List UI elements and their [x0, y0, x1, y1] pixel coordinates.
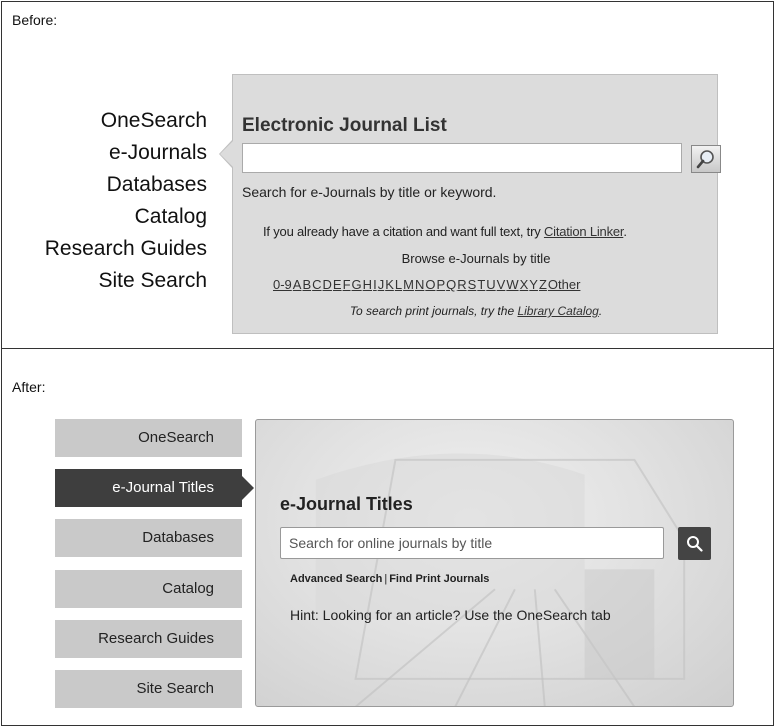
browse-letter-link[interactable]: A	[293, 277, 302, 292]
library-building-background	[315, 453, 686, 706]
magnifier-icon	[696, 150, 714, 169]
old-tab-site-search[interactable]: Site Search	[45, 265, 207, 297]
browse-letter-link[interactable]: H	[363, 277, 372, 292]
browse-letter-link[interactable]: E	[333, 277, 342, 292]
browse-letter-link[interactable]: N	[415, 277, 424, 292]
new-tab-site-search[interactable]: Site Search	[55, 670, 242, 708]
browse-letter-link[interactable]: 0-9	[273, 277, 292, 292]
browse-letter-link[interactable]: Z	[539, 277, 547, 292]
old-tab-list: OneSearch e-Journals Databases Catalog R…	[45, 105, 207, 297]
before-caption: Before:	[12, 12, 58, 28]
browse-letter-link[interactable]: R	[457, 277, 466, 292]
new-search-button[interactable]	[678, 527, 711, 560]
browse-letter-link[interactable]: Other	[548, 277, 581, 292]
after-caption: After:	[12, 379, 46, 395]
old-tab-research-guides[interactable]: Research Guides	[45, 233, 207, 265]
browse-letter-link[interactable]: U	[486, 277, 495, 292]
new-search-input[interactable]	[280, 527, 664, 559]
browse-letter-link[interactable]: C	[312, 277, 321, 292]
browse-letter-link[interactable]: L	[395, 277, 402, 292]
browse-letter-link[interactable]: S	[468, 277, 477, 292]
old-tab-catalog[interactable]: Catalog	[45, 201, 207, 233]
browse-letter-link[interactable]: P	[436, 277, 445, 292]
old-tab-pointer	[219, 139, 234, 169]
new-search-links: Advanced Search | Find Print Journals	[290, 573, 489, 585]
new-tab-onesearch[interactable]: OneSearch	[55, 419, 242, 457]
browse-letter-link[interactable]: O	[425, 277, 435, 292]
browse-letter-link[interactable]: Q	[446, 277, 456, 292]
citation-linker-link[interactable]: Citation Linker	[544, 224, 624, 239]
old-search-box: Electronic Journal List Search for e-Jou…	[219, 74, 721, 334]
old-search-button[interactable]	[691, 145, 721, 173]
browse-letter-link[interactable]: V	[497, 277, 506, 292]
browse-letter-link[interactable]: Y	[529, 277, 538, 292]
new-tab-catalog[interactable]: Catalog	[55, 570, 242, 608]
browse-letter-link[interactable]: M	[403, 277, 414, 292]
browse-letter-link[interactable]: D	[323, 277, 332, 292]
old-search-hint: Search for e-Journals by title or keywor…	[242, 184, 497, 200]
link-separator: |	[384, 573, 388, 585]
browse-letter-link[interactable]: B	[302, 277, 311, 292]
browse-letter-link[interactable]: K	[385, 277, 394, 292]
before-panel: Before: OneSearch e-Journals Databases C…	[1, 1, 774, 349]
old-citation-line: If you already have a citation and want …	[263, 224, 627, 239]
browse-letter-link[interactable]: J	[378, 277, 385, 292]
new-tab-research-guides[interactable]: Research Guides	[55, 620, 242, 658]
old-print-line: To search print journals, try the Librar…	[233, 304, 719, 318]
old-citation-end: .	[623, 224, 627, 239]
browse-letter-link[interactable]: W	[506, 277, 518, 292]
new-search-box: e-Journal Titles Advanced Search|Find Pr…	[255, 419, 734, 707]
find-print-journals-link[interactable]: Find Print Journals	[389, 573, 489, 585]
browse-letter-link[interactable]: X	[520, 277, 529, 292]
old-citation-text: If you already have a citation and want …	[263, 224, 544, 239]
old-print-text: To search print journals, try the	[349, 304, 518, 318]
old-tab-databases[interactable]: Databases	[45, 169, 207, 201]
old-box-title: Electronic Journal List	[242, 115, 447, 136]
old-print-end: .	[598, 304, 603, 318]
old-browse-label: Browse e-Journals by title	[401, 251, 551, 266]
old-tab-onesearch[interactable]: OneSearch	[45, 105, 207, 137]
new-box-title: e-Journal Titles	[280, 494, 413, 514]
advanced-search-link[interactable]: Advanced Search	[290, 573, 382, 585]
new-tab-databases[interactable]: Databases	[55, 519, 242, 557]
old-search-input[interactable]	[242, 143, 682, 173]
browse-letter-link[interactable]: T	[477, 277, 485, 292]
alphabet-browse-links: 0-9ABCDEFGHIJKLMNOPQRSTUVWXYZOther	[273, 277, 581, 292]
new-tab-ejournal-titles[interactable]: e-Journal Titles	[55, 469, 254, 507]
browse-letter-link[interactable]: G	[352, 277, 362, 292]
browse-letter-link[interactable]: I	[373, 277, 377, 292]
new-search-hint: Hint: Looking for an article? Use the On…	[290, 607, 611, 623]
library-catalog-link[interactable]: Library Catalog	[517, 304, 598, 318]
old-tab-ejournals[interactable]: e-Journals	[45, 137, 207, 169]
search-icon	[687, 536, 703, 552]
browse-letter-link[interactable]: F	[343, 277, 351, 292]
